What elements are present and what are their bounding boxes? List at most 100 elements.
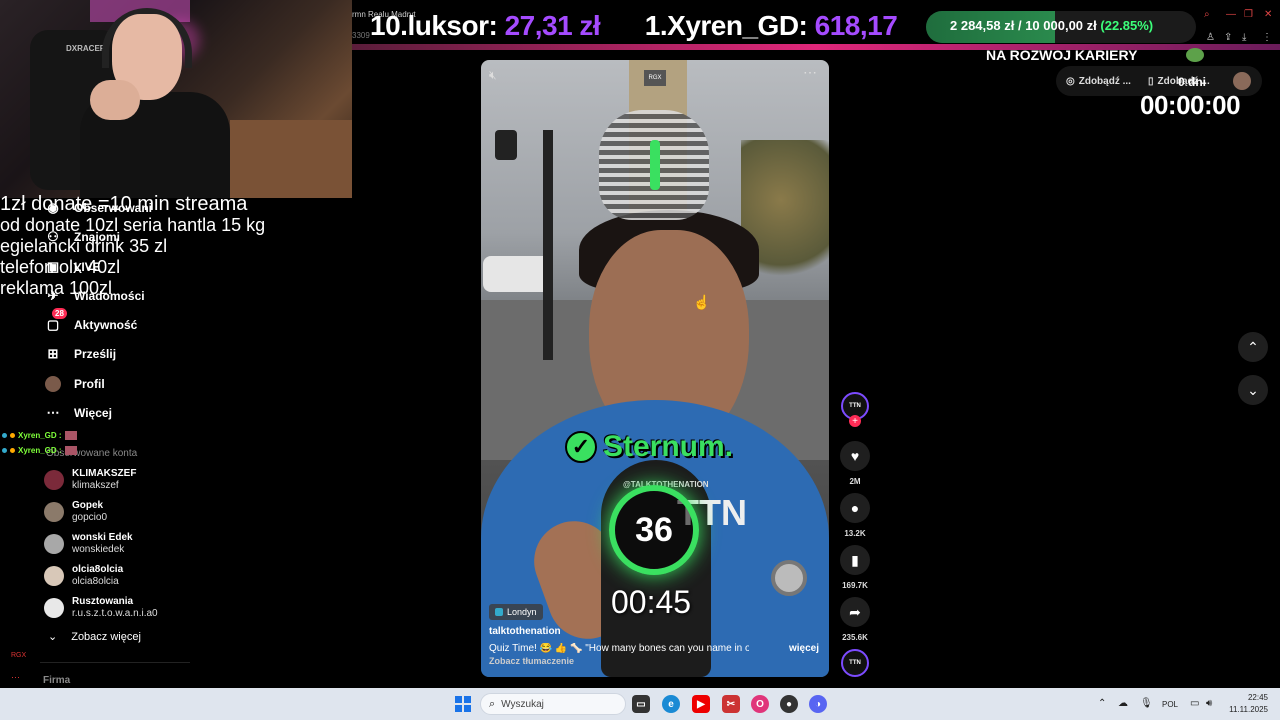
webcam-feed: DXRACER xyxy=(0,0,352,198)
volume-icon[interactable]: 🔊︎ xyxy=(1206,698,1212,709)
share-count: 235.6K xyxy=(842,633,868,642)
obs-icon[interactable]: ● xyxy=(780,695,798,713)
account-name: Rusztowania xyxy=(72,596,134,607)
sidebar-item-profile[interactable]: Profil xyxy=(44,373,105,395)
countdown-timer: 00:00:00 xyxy=(1140,90,1241,120)
user-avatar[interactable] xyxy=(1233,72,1251,90)
chat-emote-icon xyxy=(64,446,77,455)
translate-link[interactable]: Zobacz tłumaczenie xyxy=(489,656,574,666)
account-item[interactable]: Rusztowania r.u.s.z.t.o.w.a.n.i.a0 xyxy=(44,594,158,622)
tray-chevron-icon[interactable]: ⌃ xyxy=(1098,698,1106,709)
like-button[interactable]: ♥ xyxy=(840,441,870,471)
location-label: Londyn xyxy=(507,607,537,617)
volume-icon[interactable]: 🔇︎ xyxy=(489,68,497,83)
windows-start-icon[interactable] xyxy=(455,696,471,712)
see-more-button[interactable]: ⌄ Zobacz więcej xyxy=(48,630,141,644)
taskbar-clock[interactable]: 22:45 11.11.2025 xyxy=(1224,692,1268,716)
edge-icon[interactable]: e xyxy=(662,695,680,713)
countdown-days: 0 dni xyxy=(1178,75,1207,89)
account-item[interactable]: Gopek gopcio0 xyxy=(44,498,107,526)
profile-icon[interactable]: ♙ xyxy=(1206,32,1215,43)
download-icon[interactable]: ⤓ xyxy=(1242,32,1246,43)
sidebar-item-label: Aktywność xyxy=(74,318,138,332)
sidebar-item-label: Profil xyxy=(74,377,105,391)
music-disc[interactable]: TTN xyxy=(841,649,869,677)
follow-plus-icon[interactable]: + xyxy=(849,415,861,427)
bookmark-icon: ▮ xyxy=(851,551,859,568)
checkmark-icon: ✓ xyxy=(565,431,597,463)
location-tag[interactable]: Londyn xyxy=(489,604,543,620)
sidebar-item-more[interactable]: ⋯ Więcej xyxy=(44,402,112,424)
stream-rules-overlay: 1zł donate =10 min streama od donate 10z… xyxy=(0,194,300,299)
sidebar-item-label: Prześlij xyxy=(74,347,117,361)
search-icon[interactable]: ⌕ xyxy=(1204,9,1210,20)
share-icon[interactable]: ⇪ xyxy=(1224,32,1232,43)
account-item[interactable]: KLIMAKSZEF klimakszef xyxy=(44,466,136,494)
account-item[interactable]: wonski Edek wonskiedek xyxy=(44,530,133,558)
mini-more-icon[interactable]: ⋯ xyxy=(11,672,20,683)
activity-badge: 28 xyxy=(52,308,67,319)
discord-icon[interactable]: ◑ xyxy=(809,695,827,713)
video-player[interactable]: @TALKTOTHENATION TTN 36 ✓ Sternum. 00:45… xyxy=(481,60,829,677)
minimize-icon[interactable]: — xyxy=(1226,9,1236,20)
account-handle: wonskiedek xyxy=(72,544,125,555)
sidebar-item-activity[interactable]: ▢ 28 Aktywność xyxy=(44,308,138,336)
sternum-highlight xyxy=(650,140,660,190)
account-name: wonski Edek xyxy=(72,532,133,543)
quiz-answer: ✓ Sternum. xyxy=(565,430,733,464)
task-view-icon[interactable]: ▭ xyxy=(632,695,650,713)
upload-icon: ⊞ xyxy=(47,346,59,361)
microphone-icon[interactable]: 🎙︎ xyxy=(1140,698,1153,709)
account-handle: klimakszef xyxy=(72,480,119,491)
heart-icon: ♥ xyxy=(850,448,860,464)
chat-badge-icon xyxy=(10,448,15,453)
account-avatar xyxy=(44,566,64,586)
previous-video-button[interactable]: ⌃ xyxy=(1238,332,1268,362)
sidebar-item-label: Więcej xyxy=(74,406,112,420)
screen: DXRACER rmn Realu Madryt 3309 10.luksor:… xyxy=(0,0,1280,720)
language-indicator[interactable]: POL xyxy=(1162,700,1178,709)
see-more-label: Zobacz więcej xyxy=(71,630,141,643)
goal-caption: NA ROZWOJ KARIERY xyxy=(986,47,1138,63)
close-icon[interactable]: ✕ xyxy=(1264,9,1272,20)
sidebar-item-upload[interactable]: ⊞ Prześlij xyxy=(44,343,116,365)
mini-logo-icon: RGX xyxy=(11,652,27,659)
taskbar-time: 22:45 xyxy=(1247,693,1268,702)
chair-logo: DXRACER xyxy=(66,44,106,53)
overlay-line: od donate 10zl seria hantla 15 kg xyxy=(0,215,266,235)
app-icon[interactable]: ✂ xyxy=(722,695,740,713)
display-icon[interactable]: ▭ xyxy=(1190,698,1199,709)
comment-button[interactable]: ● xyxy=(840,493,870,523)
video-more-icon[interactable]: ⋯ xyxy=(803,64,817,81)
chat-username: Xyren_GD : xyxy=(18,446,62,455)
goal-current: 2 284,58 zł xyxy=(950,18,1015,33)
opera-icon[interactable]: O xyxy=(751,695,769,713)
get-coins-button[interactable]: ◎ Zdobądź ... xyxy=(1066,71,1131,91)
music-disc-text: TTN xyxy=(849,660,861,666)
account-avatar xyxy=(44,598,64,618)
taskbar-search-placeholder: Wyszukaj xyxy=(501,698,544,710)
lamp-head xyxy=(495,130,517,160)
taskbar-search[interactable]: ⌕ Wyszukaj xyxy=(480,693,626,715)
footer-company-link[interactable]: Firma xyxy=(43,675,70,686)
quiz-answer-text: Sternum. xyxy=(603,430,734,463)
ticker-amount: 27,31 zł xyxy=(504,10,601,41)
next-video-button[interactable]: ⌄ xyxy=(1238,375,1268,405)
video-author[interactable]: talktothenation xyxy=(489,626,561,637)
cloud-icon[interactable]: ☁ xyxy=(1118,698,1128,709)
menu-dots-icon[interactable]: ⋮ xyxy=(1262,32,1272,43)
account-avatar xyxy=(44,534,64,554)
youtube-icon[interactable]: ▶ xyxy=(692,695,710,713)
save-button[interactable]: ▮ xyxy=(840,545,870,575)
comment-icon: ● xyxy=(850,500,860,516)
goal-percent: (22.85%) xyxy=(1100,18,1154,33)
chat-badge-icon xyxy=(2,433,7,438)
goal-separator: / xyxy=(1017,18,1022,33)
activity-icon: ▢ 28 xyxy=(44,308,67,334)
account-handle: r.u.s.z.t.o.w.a.n.i.a0 xyxy=(72,608,158,619)
maximize-icon[interactable]: ❐ xyxy=(1244,9,1253,20)
share-button[interactable]: ➦ xyxy=(840,597,870,627)
description-more-link[interactable]: więcej xyxy=(789,643,819,654)
stethoscope xyxy=(771,560,807,596)
account-item[interactable]: olcia8olcia olcia8olcia xyxy=(44,562,123,590)
